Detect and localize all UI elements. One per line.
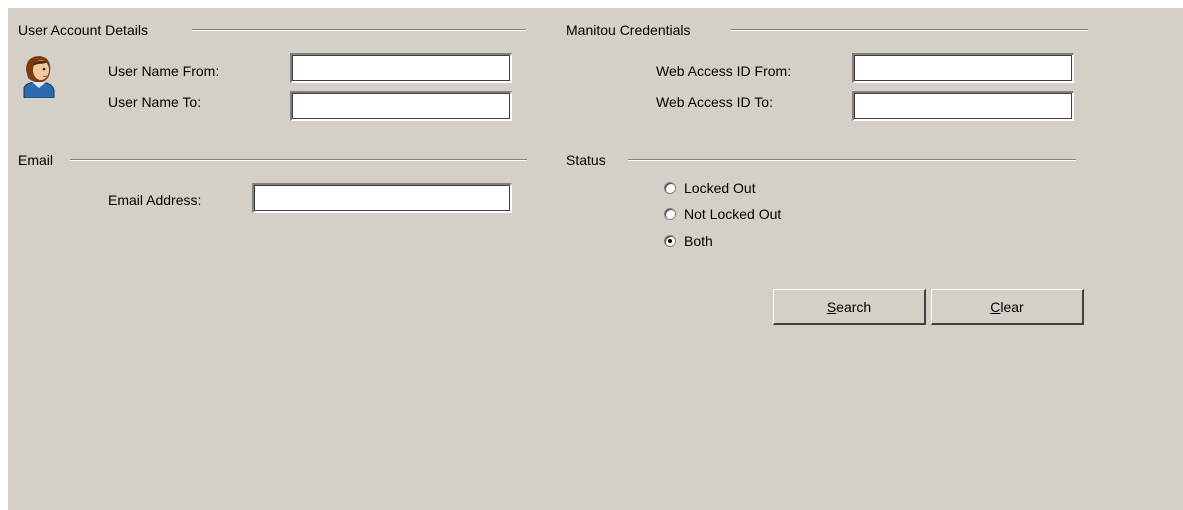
status-option-not-locked-out[interactable]: Not Locked Out	[664, 205, 781, 223]
radio-not-locked-out[interactable]	[664, 208, 676, 220]
web-access-from-input[interactable]	[852, 53, 1074, 83]
user-name-from-label: User Name From:	[108, 63, 220, 79]
clear-button-label: Clear	[990, 298, 1024, 315]
search-button[interactable]: Search	[773, 289, 926, 325]
manitou-group-title: Manitou Credentials	[566, 22, 691, 38]
user-account-group-title: User Account Details	[18, 22, 148, 38]
status-divider	[628, 159, 1076, 161]
status-option-both[interactable]: Both	[664, 232, 713, 250]
search-button-label: Search	[826, 298, 872, 315]
web-access-from-label: Web Access ID From:	[656, 63, 792, 79]
search-panel	[8, 8, 1183, 510]
user-avatar-icon	[18, 52, 60, 99]
email-address-input[interactable]	[252, 183, 512, 213]
clear-button[interactable]: Clear	[931, 289, 1084, 325]
status-group-title: Status	[566, 152, 606, 168]
manitou-divider	[731, 29, 1088, 31]
user-account-divider	[192, 29, 526, 31]
web-access-to-input[interactable]	[852, 91, 1074, 121]
email-address-label: Email Address:	[108, 192, 202, 208]
email-divider	[70, 159, 527, 161]
radio-locked-out[interactable]	[664, 182, 676, 194]
status-option-locked-out[interactable]: Locked Out	[664, 179, 756, 197]
user-name-to-input[interactable]	[290, 91, 512, 121]
user-name-to-label: User Name To:	[108, 94, 202, 110]
email-group-title: Email	[18, 152, 54, 168]
status-option-label: Both	[684, 233, 713, 249]
status-option-label: Not Locked Out	[684, 206, 782, 222]
user-name-from-input[interactable]	[290, 53, 512, 83]
radio-both[interactable]	[664, 235, 676, 247]
web-access-to-label: Web Access ID To:	[656, 94, 773, 110]
status-option-label: Locked Out	[684, 180, 756, 196]
